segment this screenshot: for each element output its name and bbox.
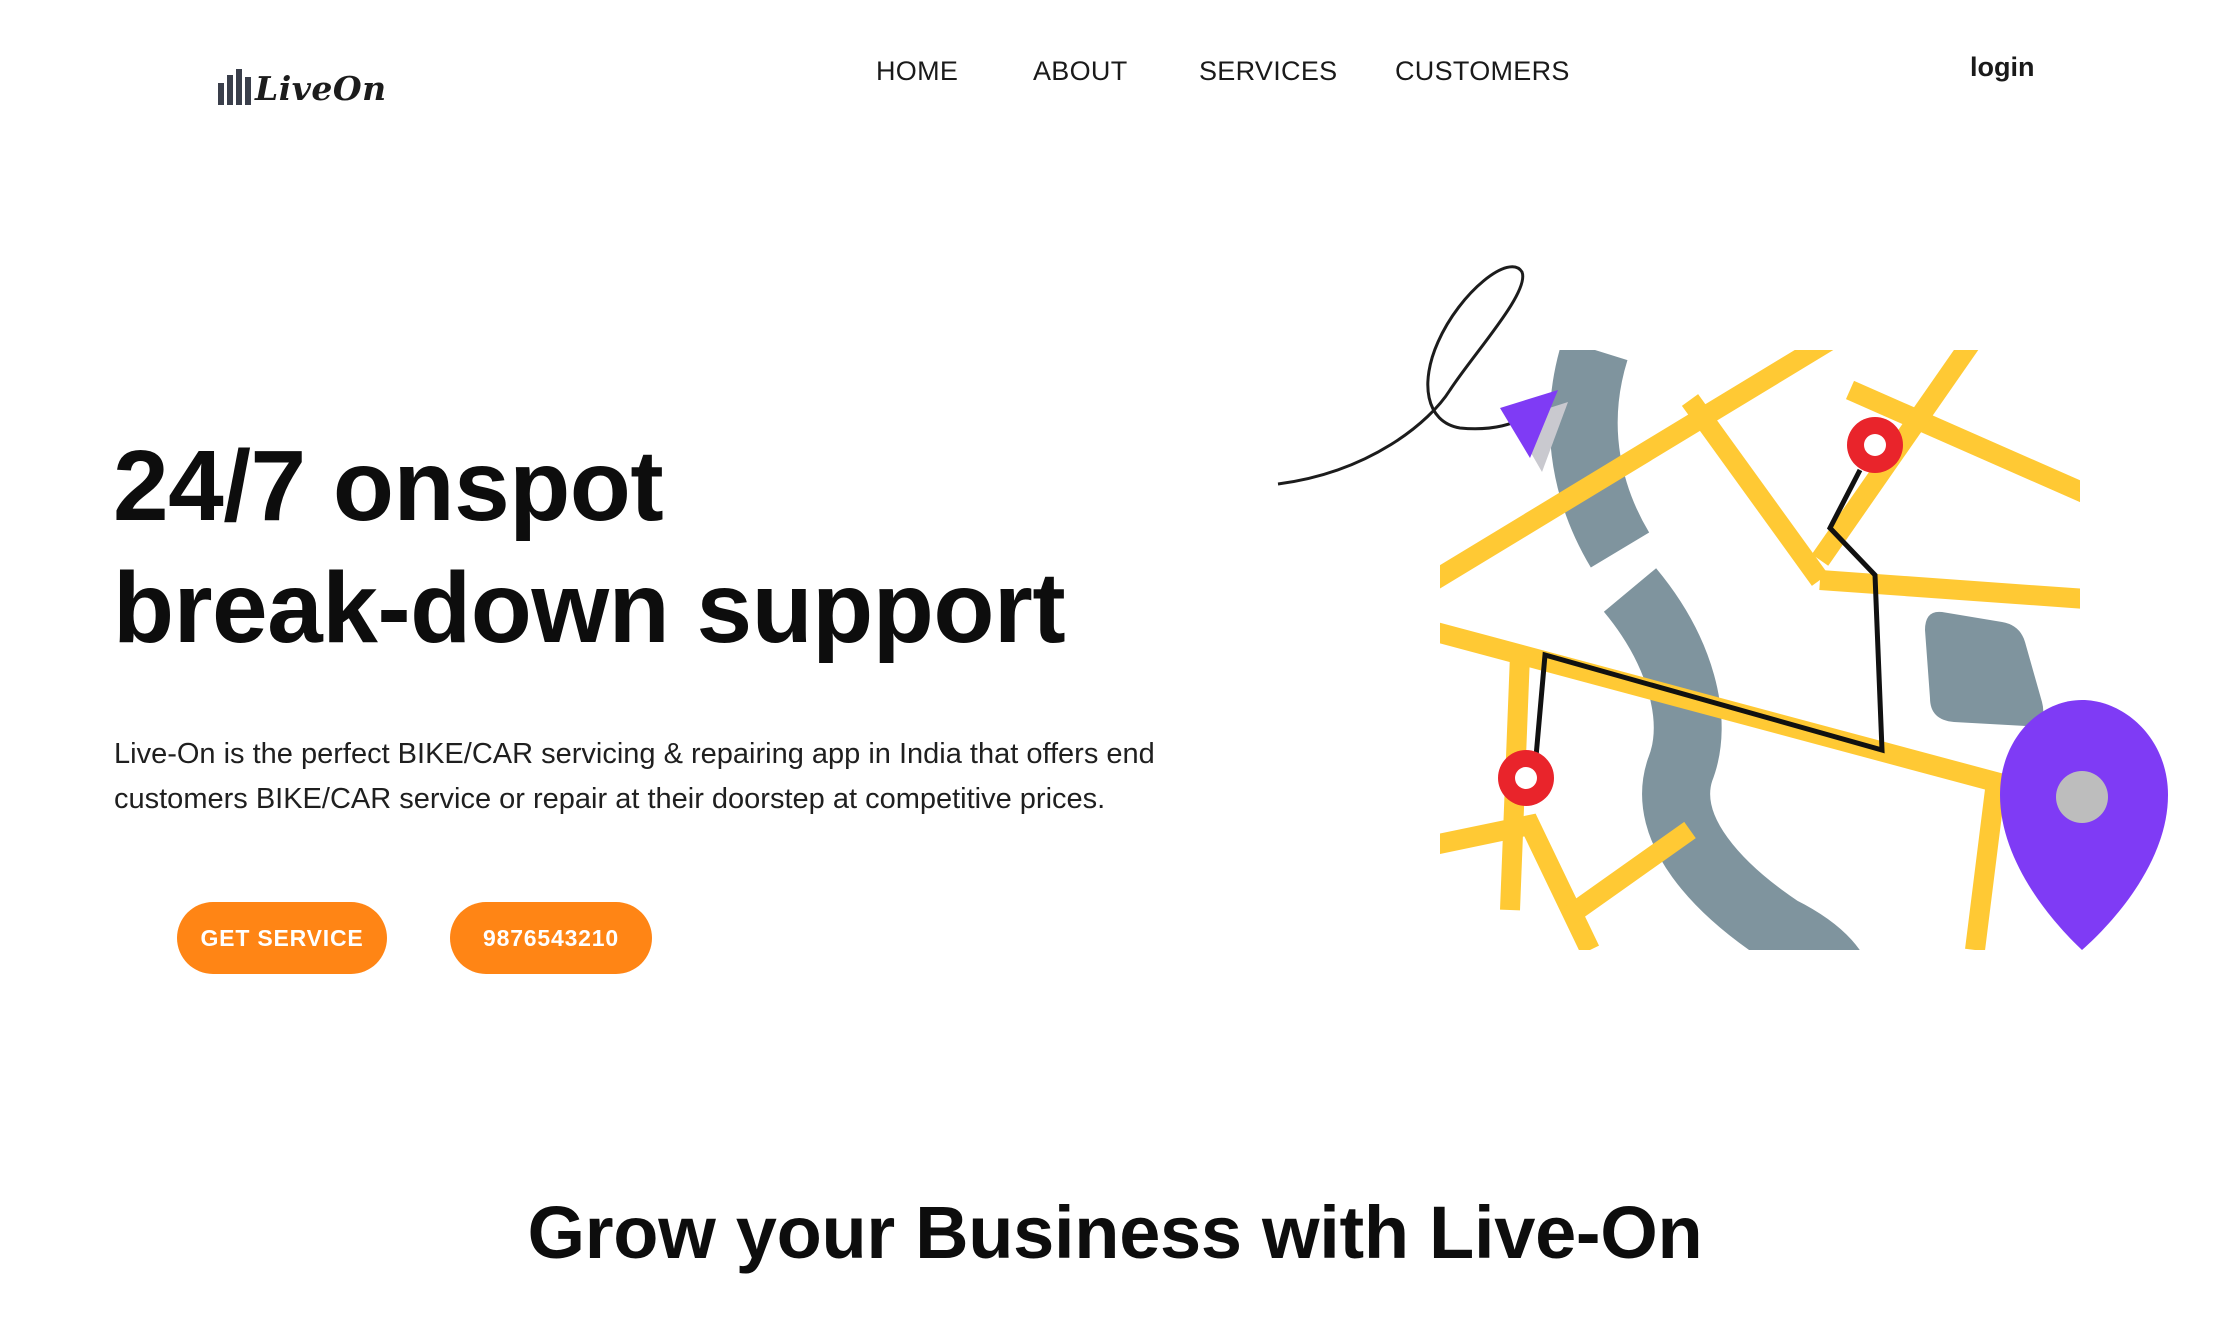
nav-home[interactable]: HOME [876, 56, 958, 87]
hero-description: Live-On is the perfect BIKE/CAR servicin… [114, 738, 1155, 815]
hero-title-line-1: 24/7 onspot [113, 430, 664, 542]
nav-about[interactable]: ABOUT [1033, 56, 1128, 87]
nav-customers[interactable]: CUSTOMERS [1395, 56, 1570, 87]
map-pin-red-icon [1847, 417, 1903, 473]
get-service-button[interactable]: GET SERVICE [177, 902, 387, 974]
map-navigation-illustration [1277, 265, 2168, 950]
nav-services[interactable]: SERVICES [1199, 56, 1337, 87]
squiggle-line [1277, 265, 1541, 486]
map-pin-red-icon [1498, 750, 1554, 806]
main-nav: HOME ABOUT SERVICES CUSTOMERS [0, 56, 2230, 96]
landing-page: LiveOn HOME ABOUT SERVICES CUSTOMERS log… [0, 0, 2230, 1320]
hero-title-line-2: break-down support [113, 552, 1066, 664]
login-link[interactable]: login [1970, 52, 2034, 83]
section-title: Grow your Business with Live-On [527, 1191, 1703, 1274]
location-pin-icon [2000, 700, 2168, 950]
hero-title: 24/7 onspot break-down support [113, 425, 1066, 669]
phone-button[interactable]: 9876543210 [450, 902, 652, 974]
